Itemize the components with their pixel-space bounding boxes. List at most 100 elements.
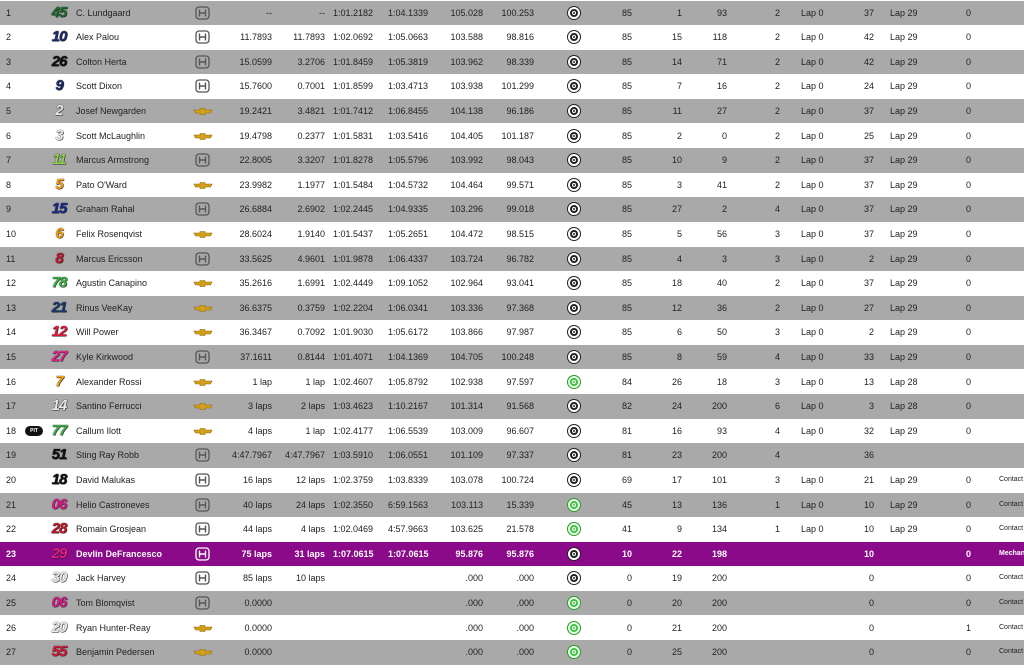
last-pit-lap: Lap 0 [801,524,824,535]
interval: 24 laps [295,499,325,510]
status-text: Contact [999,525,1024,533]
primary-tire-icon [568,203,580,216]
last-lap-time: 1:01.5831 [333,130,374,141]
column-value: 42 [863,32,874,43]
table-row[interactable]: 20 18 David Malukas 16 laps 12 laps 1:02.3759… [0,467,1024,493]
table-row[interactable]: 8 5 Pato O'Ward 23.9982 1.1977 1:01.5484 1:04.… [0,172,1024,198]
chevrolet-engine-icon [193,108,213,115]
table-row[interactable]: 6 3 Scott McLaughlin 19.4798 0.2377 1:01.5831… [0,123,1024,149]
column-value: 37 [863,278,874,289]
last-lap-time: 1:02.0469 [333,524,374,535]
primary-tire-icon [568,473,580,486]
best-lap-speed: 99.571 [506,179,534,190]
table-row[interactable]: 21 06 Helio Castroneves 40 laps 24 laps 1:02.… [0,492,1024,518]
pit-stops: 2 [774,32,780,43]
last-lap-time: 1:01.9030 [333,327,374,338]
last-lap-time: 1:03.4623 [333,401,374,412]
column-value: 27 [863,302,874,313]
table-row[interactable]: 7 11 Marcus Armstrong 22.8005 3.3207 1:01.827… [0,148,1024,173]
table-row[interactable]: 3 26 Colton Herta 15.0599 3.2706 1:01.8459 1:0… [0,49,1024,75]
pit-stops: 4 [774,204,780,215]
table-row[interactable]: 1 45 C. Lundgaard -- -- 1:01.2182 1:04.1339 105… [0,0,1024,26]
status-text [999,25,1024,50]
interval: 4.9601 [297,253,325,264]
last-lap-time: 1:01.2182 [333,7,374,18]
best-lap-time: 1:10.2167 [388,401,429,412]
laps-led-lap: Lap 28 [890,401,918,412]
laps-completed: 81 [621,425,632,436]
table-row[interactable]: 12 78 Agustin Canapino 35.2616 1.6991 1:02.44… [0,271,1024,296]
last-lap-time [333,640,393,665]
table-row[interactable]: 5 2 Josef Newgarden 19.2421 3.4821 1:01.7412 1… [0,98,1024,124]
column-value: 16 [671,425,682,436]
pit-stops [770,566,780,591]
table-row[interactable]: 4 9 Scott Dixon 15.7600 0.7001 1:01.8599 1:03.… [0,74,1024,99]
table-row[interactable]: 26 20 Ryan Hunter-Reay 0.0000 .000 .000 0 21 200… [0,615,1024,641]
pit-stops: 2 [774,7,780,18]
table-row[interactable]: 22 28 Romain Grosjean 44 laps 4 laps 1:02.046… [0,517,1024,542]
table-row[interactable]: 18 PIT 77 Callum Ilott 4 laps 1 lap 1:02.4177 1… [0,418,1024,444]
last-lap-time: 1:02.2445 [333,204,374,215]
table-row[interactable]: 24 30 Jack Harvey 85 laps 10 laps .000 .000 0 19… [0,566,1024,591]
pit-stops: 2 [774,278,780,289]
column-value: 59 [716,351,727,362]
last-lap-speed: 101.314 [450,401,483,412]
best-lap-speed: .000 [516,573,534,584]
car-number: 18 [51,470,68,488]
column-value: 0 [966,524,972,535]
column-value: 18 [716,376,727,387]
table-row[interactable]: 14 12 Will Power 36.3467 0.7092 1:01.9030 1:05… [0,320,1024,345]
table-row[interactable]: 23 29 Devlin DeFrancesco 75 laps 31 laps 1:07… [0,541,1024,567]
laps-led-lap: Lap 28 [890,376,918,387]
column-value: 0 [966,155,972,166]
column-value: 27 [671,204,682,215]
chevrolet-engine-icon [193,181,213,189]
last-lap-time: 1:02.4449 [333,278,374,289]
table-row[interactable]: 13 21 Rinus VeeKay 36.6375 0.3759 1:02.2204 1:… [0,295,1024,321]
last-lap-time: 1:01.9878 [333,253,374,264]
table-row[interactable]: 15 27 Kyle Kirkwood 37.1611 0.8144 1:01.4071 1… [0,344,1024,370]
last-lap-time: 1:02.3550 [333,499,374,510]
best-lap-speed: 98.515 [506,228,534,239]
table-row[interactable]: 19 51 Sting Ray Robb 4:47.7967 4:47.7967 1:03… [0,443,1024,468]
table-row[interactable]: 17 14 Santino Ferrucci 3 laps 2 laps 1:03.462… [0,394,1024,419]
column-value: 56 [716,228,727,239]
table-row[interactable]: 9 15 Graham Rahal 26.6884 2.6902 1:02.2445 1:0… [0,197,1024,222]
laps-led-lap: Lap 29 [890,7,918,18]
column-value: 13 [863,376,874,387]
interval [275,616,325,641]
last-lap-speed: 95.876 [455,548,483,559]
car-number: 7 [55,372,63,390]
best-lap-speed: 98.816 [506,32,534,43]
primary-tire-icon [568,572,580,585]
status-text: Contact [999,623,1024,631]
status-text: Contact [999,574,1024,582]
alternate-tire-icon [568,375,580,388]
gap-to-leader: 0.0000 [244,647,272,658]
column-value: 0 [966,401,972,412]
last-pit-lap [801,566,841,591]
status-text: Contact [999,500,1024,508]
last-lap-speed: 104.705 [450,351,483,362]
gap-to-leader: 28.6024 [239,228,272,239]
table-row[interactable]: 16 7 Alexander Rossi 1 lap 1 lap 1:02.4607 1:0… [0,369,1024,395]
column-value: 8 [676,351,682,362]
interval: 3.2706 [297,56,325,67]
gap-to-leader: 11.7893 [240,32,272,43]
timing-scoring-table: 1 45 C. Lundgaard -- -- 1:01.2182 1:04.1339 105… [0,0,1024,670]
table-row[interactable]: 11 8 Marcus Ericsson 33.5625 4.9601 1:01.9878… [0,246,1024,272]
last-lap-speed: 103.938 [450,81,483,92]
column-value: 0 [868,622,874,633]
table-row[interactable]: 2 10 Alex Palou 11.7893 11.7893 1:02.0692 1:05… [0,25,1024,50]
alternate-tire-icon [568,596,580,609]
last-pit-lap: Lap 0 [801,105,824,116]
table-row[interactable]: 25 06 Tom Blomqvist 0.0000 .000 .000 0 20 200 0 0 C… [0,590,1024,616]
gap-to-leader: 26.6884 [239,204,272,215]
table-row[interactable]: 10 6 Felix Rosenqvist 28.6024 1.9140 1:01.543… [0,221,1024,247]
table-row[interactable]: 27 55 Benjamin Pedersen 0.0000 .000 .000 0 25 20… [0,640,1024,665]
gap-to-leader: 40 laps [242,499,272,510]
column-value: 1 [676,7,682,18]
status-text [999,124,1024,149]
interval [275,591,325,616]
status-text [999,74,1024,99]
